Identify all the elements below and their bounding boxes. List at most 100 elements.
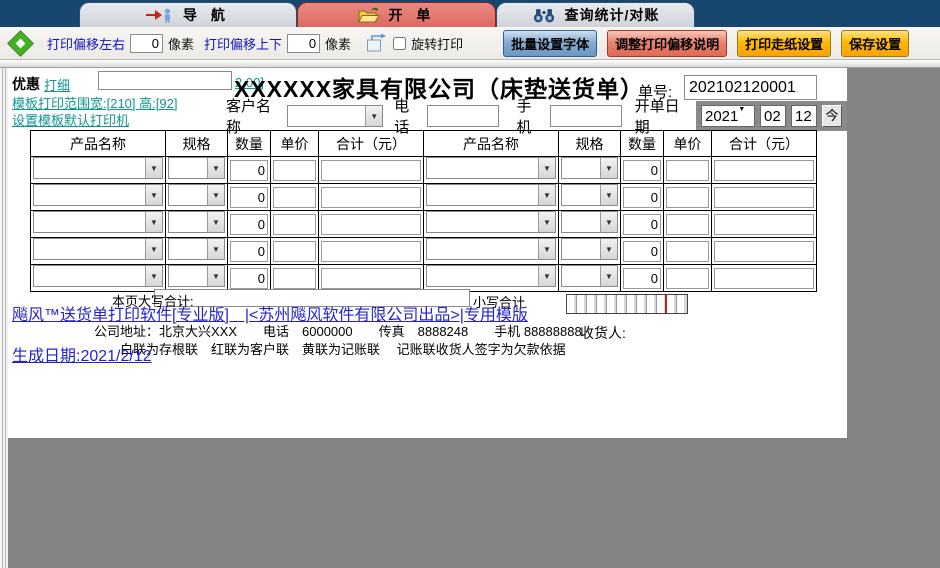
chevron-down-icon[interactable]: ▼: [145, 212, 162, 232]
chevron-down-icon[interactable]: ▼: [538, 185, 555, 205]
price-input[interactable]: [273, 214, 316, 235]
total-input[interactable]: [714, 187, 814, 208]
chevron-down-icon[interactable]: ▼: [145, 158, 162, 178]
default-printer-link[interactable]: 设置模板默认打印机: [12, 110, 129, 129]
spec-combobox[interactable]: ▼: [168, 184, 225, 206]
col-product-name: 产品名称: [424, 131, 559, 157]
chevron-down-icon[interactable]: ▼: [538, 266, 555, 286]
paper-feed-button[interactable]: 打印走纸设置: [737, 30, 831, 57]
toolbar-divider: [0, 60, 940, 68]
adjust-offset-help-button[interactable]: 调整打印偏移说明: [607, 30, 727, 57]
chevron-down-icon[interactable]: ▼: [600, 158, 617, 178]
spec-combobox[interactable]: ▼: [168, 211, 225, 233]
qty-input[interactable]: [230, 187, 268, 208]
total-input[interactable]: [321, 268, 421, 289]
product-combobox[interactable]: ▼: [33, 157, 163, 179]
total-input[interactable]: [714, 160, 814, 181]
qty-input[interactable]: [623, 214, 661, 235]
price-input[interactable]: [666, 241, 709, 262]
month-box[interactable]: 02: [760, 105, 786, 127]
template-paper-link-fragment[interactable]: 打细: [44, 75, 70, 94]
offset-lr-input[interactable]: [130, 34, 163, 53]
spec-combobox[interactable]: ▼: [561, 238, 618, 260]
product-combobox[interactable]: ▼: [426, 211, 556, 233]
chevron-down-icon[interactable]: ▼: [538, 239, 555, 259]
total-input[interactable]: [321, 187, 421, 208]
chevron-down-icon[interactable]: ▼: [145, 239, 162, 259]
total-input[interactable]: [321, 241, 421, 262]
chevron-down-icon[interactable]: ▼: [600, 266, 617, 286]
total-input[interactable]: [714, 268, 814, 289]
qty-input[interactable]: [623, 268, 661, 289]
batch-font-button[interactable]: 批量设置字体: [503, 30, 597, 57]
chevron-down-icon[interactable]: ▼: [365, 106, 382, 126]
price-input[interactable]: [666, 160, 709, 181]
year-combobox[interactable]: 2021 ▼: [701, 105, 755, 127]
qty-input[interactable]: [230, 241, 268, 262]
today-button[interactable]: 今: [822, 105, 842, 127]
product-combobox[interactable]: ▼: [426, 184, 556, 206]
generated-date-link[interactable]: 生成日期:2021/2/12: [12, 342, 152, 366]
tab-query-statistics[interactable]: 查询统计/对账: [496, 2, 695, 27]
template-name-box[interactable]: [98, 71, 232, 90]
chevron-down-icon[interactable]: ▼: [207, 185, 224, 205]
rotate-print-icon: [365, 33, 389, 53]
qty-input[interactable]: [230, 268, 268, 289]
tab-billing[interactable]: 开 单: [297, 2, 496, 27]
chevron-down-icon[interactable]: ▼: [207, 212, 224, 232]
qty-input[interactable]: [230, 214, 268, 235]
total-input[interactable]: [714, 241, 814, 262]
chevron-down-icon[interactable]: ▼: [538, 212, 555, 232]
price-input[interactable]: [666, 214, 709, 235]
product-combobox[interactable]: ▼: [426, 157, 556, 179]
chevron-down-icon[interactable]: ▼: [600, 185, 617, 205]
tab-navigation[interactable]: 导 航: [79, 2, 297, 27]
product-combobox[interactable]: ▼: [33, 265, 163, 287]
amount-digit-grid: [566, 294, 688, 314]
rotate-print-checkbox[interactable]: [393, 37, 406, 50]
qty-input[interactable]: [230, 160, 268, 181]
order-no-input[interactable]: [684, 75, 817, 100]
chevron-down-icon[interactable]: ▼: [145, 185, 162, 205]
qty-input[interactable]: [623, 241, 661, 262]
spec-combobox[interactable]: ▼: [561, 184, 618, 206]
price-input[interactable]: [273, 241, 316, 262]
chevron-down-icon[interactable]: ▼: [738, 106, 751, 126]
total-input[interactable]: [321, 214, 421, 235]
chevron-down-icon[interactable]: ▼: [600, 239, 617, 259]
spec-combobox[interactable]: ▼: [168, 157, 225, 179]
total-input[interactable]: [321, 160, 421, 181]
product-combobox[interactable]: ▼: [33, 211, 163, 233]
price-input[interactable]: [666, 268, 709, 289]
price-input[interactable]: [666, 187, 709, 208]
price-input[interactable]: [273, 268, 316, 289]
product-combobox[interactable]: ▼: [33, 238, 163, 260]
customer-combobox[interactable]: ▼: [287, 105, 383, 127]
chevron-down-icon[interactable]: ▼: [145, 266, 162, 286]
qty-input[interactable]: [623, 187, 661, 208]
total-input[interactable]: [714, 214, 814, 235]
products-table: 产品名称 规格 数量 单价 合计（元） 产品名称 规格 数量 单价 合计（元） …: [30, 130, 817, 292]
spec-combobox[interactable]: ▼: [561, 157, 618, 179]
product-combobox[interactable]: ▼: [426, 238, 556, 260]
day-box[interactable]: 12: [791, 105, 817, 127]
offset-tb-input[interactable]: [287, 34, 320, 53]
product-combobox[interactable]: ▼: [33, 184, 163, 206]
phone-input[interactable]: [427, 105, 499, 127]
spec-combobox[interactable]: ▼: [168, 238, 225, 260]
left-splitter[interactable]: [0, 68, 8, 568]
price-input[interactable]: [273, 187, 316, 208]
qty-input[interactable]: [623, 160, 661, 181]
save-settings-button[interactable]: 保存设置: [841, 30, 909, 57]
spec-combobox[interactable]: ▼: [168, 265, 225, 287]
spec-combobox[interactable]: ▼: [561, 265, 618, 287]
chevron-down-icon[interactable]: ▼: [207, 239, 224, 259]
product-combobox[interactable]: ▼: [426, 265, 556, 287]
chevron-down-icon[interactable]: ▼: [207, 158, 224, 178]
chevron-down-icon[interactable]: ▼: [207, 266, 224, 286]
chevron-down-icon[interactable]: ▼: [538, 158, 555, 178]
mobile-input[interactable]: [550, 105, 622, 127]
price-input[interactable]: [273, 160, 316, 181]
spec-combobox[interactable]: ▼: [561, 211, 618, 233]
chevron-down-icon[interactable]: ▼: [600, 212, 617, 232]
